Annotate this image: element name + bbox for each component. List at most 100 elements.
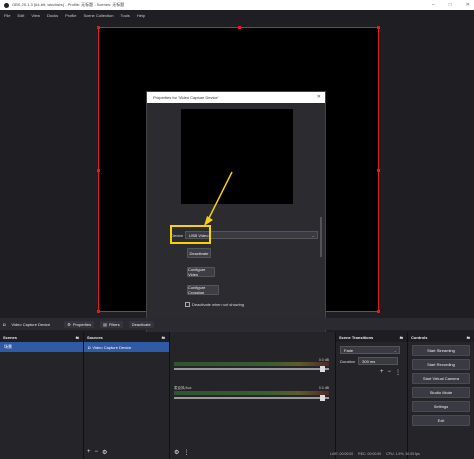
checkbox[interactable] [185, 302, 190, 307]
transition-value: Fade [344, 347, 354, 353]
resize-handle[interactable] [97, 26, 100, 29]
properties-label: Properties [72, 321, 92, 327]
controls-dock: Controls ⇆ Start Streaming Start Recordi… [408, 332, 474, 459]
sources-toolbar: + − ⚙ [87, 449, 107, 456]
volume-meter [174, 391, 329, 395]
menu-scene-collection[interactable]: Scene Collection [83, 13, 113, 18]
transitions-title: Scene Transitions [339, 334, 374, 340]
camera-icon: ◘ [3, 321, 6, 327]
list-item[interactable]: ◘ Video Capture Device [84, 342, 169, 352]
dock-menu-icon[interactable]: ⇆ [467, 335, 470, 340]
audio-mixer-dock: 0.0 dB 麦克风/Aux 0.0 dB ⚙ ⋮ [170, 332, 336, 459]
deactivate-checkbox-row[interactable]: Deactivate when not showing [185, 302, 244, 307]
source-name: Video Capture Device [11, 321, 51, 327]
gear-icon: ⚙ [67, 321, 71, 327]
resize-handle[interactable] [377, 169, 380, 172]
remove-icon[interactable]: − [95, 449, 99, 456]
menu-view[interactable]: View [31, 13, 40, 18]
resize-handle[interactable] [377, 310, 380, 313]
menu-tools[interactable]: Tools [120, 13, 129, 18]
duration-value: 300 ms [362, 358, 376, 364]
deactivate-toolbar-button[interactable]: Deactivate [128, 320, 154, 328]
sources-title: Sources [87, 334, 103, 340]
gear-icon[interactable]: ⚙ [174, 449, 179, 456]
obs-logo-icon [4, 2, 9, 8]
resize-handle[interactable] [97, 169, 100, 172]
minimize-icon[interactable]: – [432, 2, 435, 8]
close-icon[interactable]: ✕ [317, 94, 321, 100]
duration-input[interactable]: 300 ms [358, 357, 399, 365]
dialog-title: Properties for 'Video Capture Device' [153, 95, 219, 100]
dialog-scrollbar[interactable] [320, 217, 322, 257]
deactivate-button[interactable]: Deactivate [187, 248, 211, 258]
close-icon[interactable]: ✕ [466, 2, 470, 8]
resize-handle[interactable] [377, 26, 380, 29]
start-recording-button[interactable]: Start Recording [412, 359, 470, 370]
remove-icon[interactable]: − [387, 369, 391, 376]
exit-button[interactable]: Exit [412, 415, 470, 426]
menu-dots-icon[interactable]: ⋮ [395, 369, 401, 376]
configure-video-button[interactable]: Configure Video [187, 267, 215, 277]
cpu-status: CPU: 1.9%, 30.00 fps [386, 452, 420, 456]
dock-menu-icon[interactable]: ⇆ [162, 335, 165, 340]
deactivate-label: Deactivate [131, 321, 151, 327]
menu-bar: File Edit View Docks Profile Scene Colle… [0, 10, 474, 20]
chevron-down-icon: ⌄ [393, 348, 397, 353]
menu-edit[interactable]: Edit [17, 13, 24, 18]
duration-label: Duration [340, 358, 356, 364]
gear-icon[interactable]: ⚙ [102, 449, 107, 456]
filter-icon: ▤ [103, 321, 107, 327]
start-streaming-button[interactable]: Start Streaming [412, 345, 470, 356]
scenes-dock: Scenes ⇆ 场景 [0, 332, 84, 459]
dialog-titlebar: Properties for 'Video Capture Device' ✕ [147, 92, 325, 103]
deactivate-checkbox-label: Deactivate when not showing [192, 302, 245, 307]
resize-handle[interactable] [97, 310, 100, 313]
duration-row: Duration 300 ms [340, 357, 403, 365]
maximize-icon[interactable]: □ [449, 2, 452, 8]
menu-file[interactable]: File [4, 13, 10, 18]
window-title: OBS 29.1.3 (64-bit, windows) - Profile: … [12, 2, 125, 7]
camera-icon: ◘ [88, 344, 91, 350]
mixer-channel-2: 麦克风/Aux 0.0 dB [174, 386, 329, 401]
menu-docks[interactable]: Docks [47, 13, 58, 18]
controls-header: Controls ⇆ [408, 332, 474, 342]
resize-handle[interactable] [238, 26, 241, 29]
menu-help[interactable]: Help [137, 13, 145, 18]
transitions-dock: Scene Transitions ⇆ Fade ⌄ Duration 300 … [336, 332, 408, 459]
menu-profile[interactable]: Profile [65, 13, 76, 18]
chevron-down-icon: ⌄ [311, 233, 315, 238]
transition-select[interactable]: Fade ⌄ [340, 346, 400, 354]
dock-menu-icon[interactable]: ⇆ [400, 335, 403, 340]
add-icon[interactable]: + [380, 369, 384, 376]
list-item[interactable]: 场景 [0, 342, 83, 352]
transition-toolbar: + − ⋮ [336, 369, 401, 376]
menu-dots-icon[interactable]: ⋮ [183, 449, 189, 456]
live-status: LIVE: 00:00:00 [330, 452, 354, 456]
configure-crossbar-button[interactable]: Configure Crossbar [187, 285, 219, 295]
start-virtual-camera-button[interactable]: Start Virtual Camera [412, 373, 470, 384]
source-item-label: Video Capture Device [92, 344, 132, 350]
filters-label: Filters [108, 321, 120, 327]
mixer-channel-1: 0.0 dB [174, 358, 329, 372]
add-icon[interactable]: + [87, 449, 91, 456]
window-controls: – □ ✕ [432, 2, 470, 8]
annotation-arrow-icon [204, 171, 233, 226]
slider-knob[interactable] [320, 366, 325, 372]
mixer-toolbar: ⚙ ⋮ [174, 449, 189, 456]
volume-slider[interactable] [174, 366, 329, 372]
slider-knob[interactable] [320, 395, 325, 401]
settings-button[interactable]: Settings [412, 401, 470, 412]
volume-slider[interactable] [174, 395, 329, 401]
scenes-title: Scenes [3, 334, 18, 340]
volume-meter [174, 362, 329, 366]
rec-status: REC: 00:00:00 [358, 452, 382, 456]
sources-dock: Sources ⇆ ◘ Video Capture Device + − ⚙ [84, 332, 170, 459]
status-bar: LIVE: 00:00:00 REC: 00:00:00 CPU: 1.9%, … [330, 449, 474, 459]
properties-button[interactable]: ⚙ Properties [64, 320, 95, 328]
scenes-header: Scenes ⇆ [0, 332, 83, 342]
studio-mode-button[interactable]: Studio Mode [412, 387, 470, 398]
filters-button[interactable]: ▤ Filters [100, 320, 123, 328]
controls-title: Controls [411, 334, 428, 340]
window-titlebar: OBS 29.1.3 (64-bit, windows) - Profile: … [0, 0, 474, 10]
dock-menu-icon[interactable]: ⇆ [76, 335, 79, 340]
